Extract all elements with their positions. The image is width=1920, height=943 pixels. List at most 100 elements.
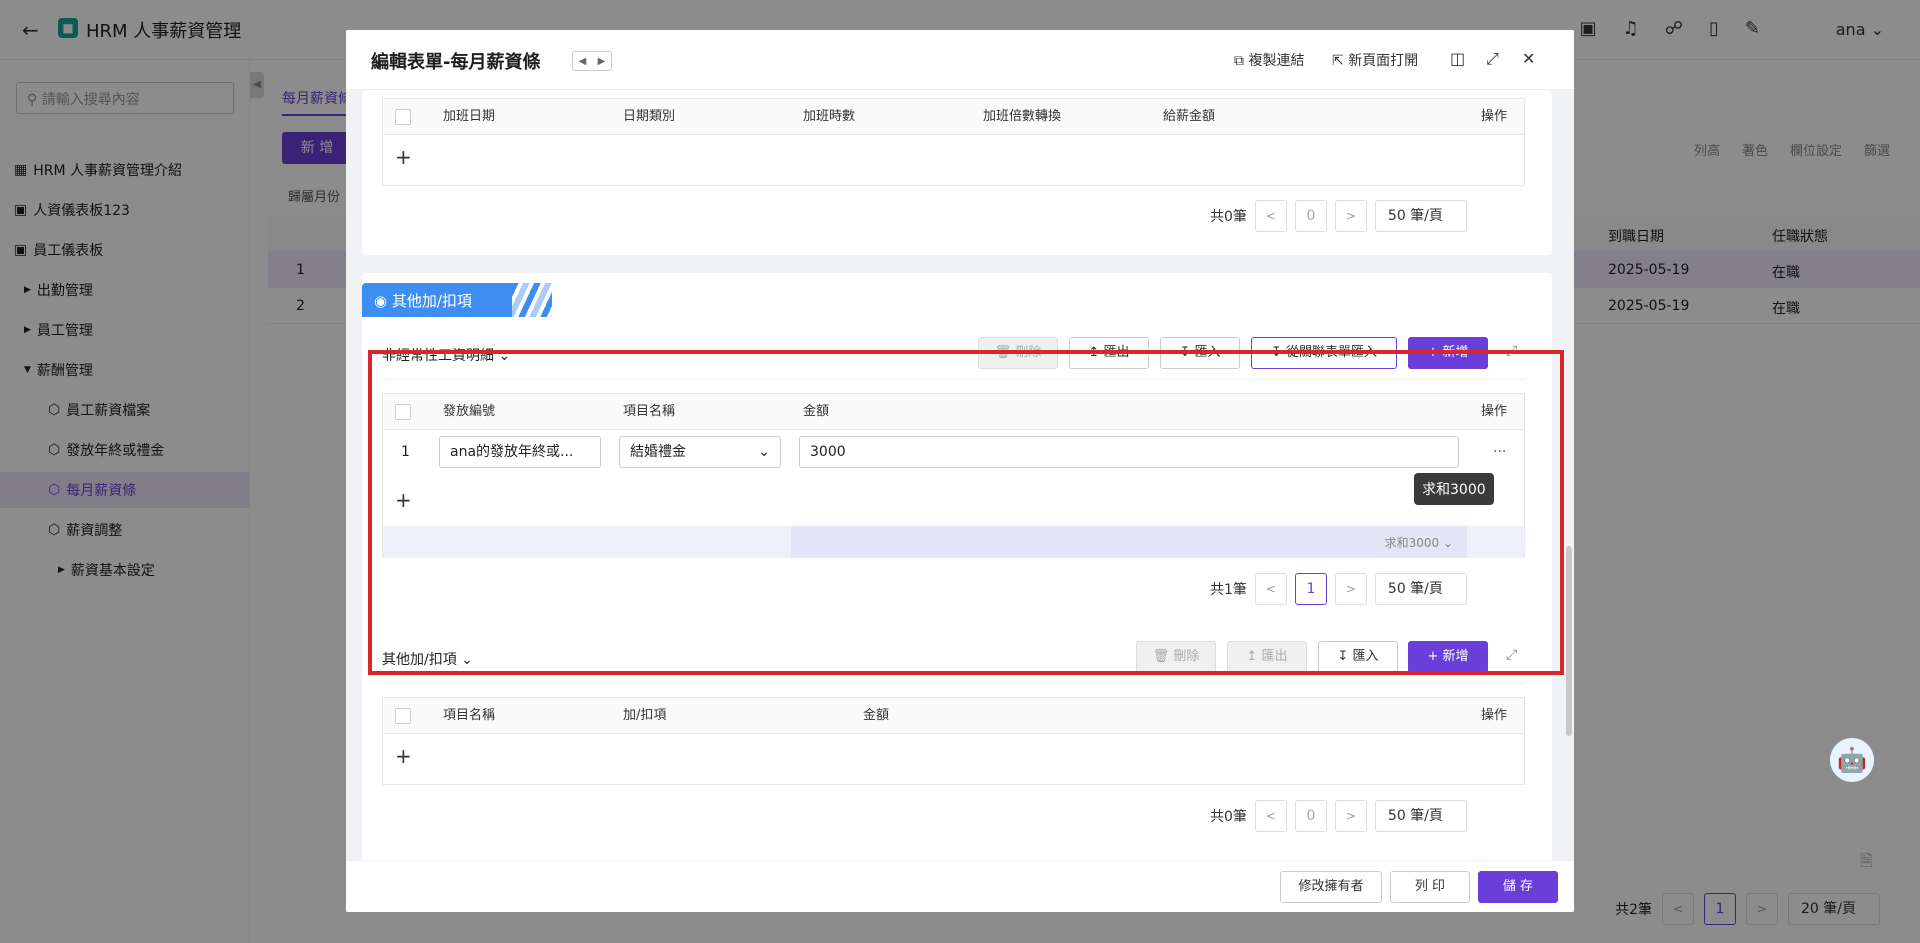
assistant-robot-icon[interactable]: 🤖 (1830, 738, 1874, 782)
other-items-table: 項目名稱 加/扣項 金額 操作 + (382, 697, 1525, 785)
col-multiplier: 加班倍數轉換 (983, 109, 1062, 124)
open-new-label: 新頁面打開 (1348, 53, 1419, 69)
item-name-value: 結婚禮金 (630, 444, 686, 460)
irregular-wage-title[interactable]: 非經常性工資明細 ⌄ (382, 345, 510, 365)
import-button[interactable]: ↧ 匯入 (1318, 641, 1398, 673)
pager-total: 共0筆 (1210, 809, 1247, 825)
col-pay-amount: 給薪金額 (1163, 109, 1216, 124)
select-all-checkbox[interactable] (395, 698, 415, 734)
open-new-page-button[interactable]: ⇱ 新頁面打開 (1332, 50, 1418, 70)
next-page-button[interactable]: > (1334, 200, 1367, 232)
amount-input[interactable]: 3000 (799, 436, 1459, 468)
other-items-title-label: 其他加/扣項 (382, 652, 457, 668)
record-nav[interactable]: ◀ ▶ (572, 51, 612, 71)
pager-total: 共1筆 (1210, 582, 1247, 598)
overtime-table: 加班日期 日期類別 加班時數 加班倍數轉換 給薪金額 操作 + (382, 98, 1525, 186)
expand-icon[interactable]: ⤢ (1506, 647, 1517, 663)
export-button[interactable]: ↥ 匯出 (1227, 641, 1307, 673)
irregular-table-header (383, 394, 1524, 430)
col-amount: 金額 (803, 404, 830, 419)
other-items-card: ◉ 其他加/扣項 非經常性工資明細 ⌄ 🗑 刪除 ↥ 匯出 ↧ 匯入 ↧ 從關聯… (362, 273, 1552, 890)
next-record-icon[interactable]: ▶ (598, 56, 606, 67)
page-number[interactable]: 0 (1294, 800, 1327, 832)
copy-link-label: 複製連結 (1248, 53, 1305, 69)
import-button[interactable]: ↧ 匯入 (1160, 337, 1240, 369)
prev-page-button[interactable]: < (1254, 200, 1287, 232)
sum-label: 求和3000 (1384, 536, 1440, 550)
col-actions: 操作 (1481, 404, 1508, 419)
print-button[interactable]: 列 印 (1390, 871, 1470, 903)
other-pager: 共0筆 < 0 > 50 筆/頁 (1210, 800, 1467, 832)
next-page-button[interactable]: > (1334, 573, 1367, 605)
page-number[interactable]: 0 (1294, 200, 1327, 232)
fullscreen-icon[interactable]: ⤢ (1486, 49, 1499, 69)
col-issue-no: 發放編號 (443, 404, 496, 419)
add-row-icon[interactable]: + (395, 488, 412, 512)
pager-total: 共0筆 (1210, 209, 1247, 225)
sum-tooltip: 求和3000 (1414, 473, 1494, 505)
section-tab-other[interactable]: ◉ 其他加/扣項 (362, 283, 512, 317)
overtime-card: 加班日期 日期類別 加班時數 加班倍數轉換 給薪金額 操作 + 共0筆 < 0 … (362, 90, 1552, 255)
add-label: 新增 (1442, 345, 1469, 360)
import-related-label: 從關聯表單匯入 (1286, 345, 1378, 360)
export-label: 匯出 (1261, 649, 1288, 664)
add-label: 新增 (1442, 649, 1469, 664)
import-label: 匯入 (1194, 345, 1221, 360)
sum-cell[interactable]: 求和3000 ⌄ (791, 526, 1467, 558)
add-irregular-button[interactable]: + 新增 (1408, 337, 1488, 369)
side-panel-icon[interactable]: ◫ (1450, 49, 1465, 68)
prev-page-button[interactable]: < (1254, 573, 1287, 605)
modal-body: 加班日期 日期類別 加班時數 加班倍數轉換 給薪金額 操作 + 共0筆 < 0 … (346, 90, 1574, 890)
col-amount: 金額 (863, 708, 890, 723)
irregular-wage-title-label: 非經常性工資明細 (382, 348, 494, 364)
add-row-icon[interactable]: + (395, 744, 412, 768)
issue-no-field[interactable]: ana的發放年終或... (439, 436, 601, 468)
delete-button[interactable]: 🗑 刪除 (1136, 641, 1216, 673)
save-button[interactable]: 儲 存 (1478, 871, 1558, 903)
delete-label: 刪除 (1173, 649, 1200, 664)
select-all-checkbox[interactable] (395, 394, 415, 430)
chevron-down-icon: ⌄ (498, 348, 511, 364)
document-icon[interactable]: 🗎 (1860, 850, 1873, 877)
page-size-select[interactable]: 50 筆/頁 (1374, 573, 1467, 605)
add-row-icon[interactable]: + (395, 145, 412, 169)
export-button[interactable]: ↥ 匯出 (1069, 337, 1149, 369)
overtime-pager: 共0筆 < 0 > 50 筆/頁 (1210, 200, 1467, 232)
change-owner-button[interactable]: 修改擁有者 (1280, 871, 1382, 903)
add-other-button[interactable]: + 新增 (1408, 641, 1488, 673)
row-more-button[interactable]: ··· (1493, 444, 1506, 460)
close-icon[interactable]: ✕ (1522, 49, 1535, 68)
modal-scrollbar[interactable] (1566, 546, 1572, 736)
col-add-deduct: 加/扣項 (623, 708, 667, 723)
section-tab-label: 其他加/扣項 (391, 292, 472, 310)
prev-record-icon[interactable]: ◀ (579, 56, 587, 67)
col-overtime-date: 加班日期 (443, 109, 496, 124)
col-actions: 操作 (1481, 109, 1508, 124)
item-name-select[interactable]: 結婚禮金 ⌄ (619, 436, 781, 468)
section-tab-decoration (512, 283, 552, 317)
next-page-button[interactable]: > (1334, 800, 1367, 832)
expand-icon[interactable]: ⤢ (1506, 343, 1517, 359)
export-label: 匯出 (1103, 345, 1130, 360)
other-items-title[interactable]: 其他加/扣項 ⌄ (382, 649, 473, 669)
edit-form-modal: 編輯表單-每月薪資條 ◀ ▶ ⧉ 複製連結 ⇱ 新頁面打開 ◫ ⤢ ✕ 加班日期 … (346, 30, 1574, 912)
chevron-down-icon: ⌄ (758, 444, 770, 460)
app-root: ← ■ HRM 人事薪資管理 ▼ ▣ ♫ ☍ ▯ ✎ ana ⌄ ⚲ 請輸入搜尋… (0, 0, 1920, 943)
col-actions: 操作 (1481, 708, 1508, 723)
other-table-header (383, 698, 1524, 734)
col-item-name: 項目名稱 (623, 404, 676, 419)
divider (382, 379, 1525, 380)
prev-page-button[interactable]: < (1254, 800, 1287, 832)
page-size-select[interactable]: 50 筆/頁 (1374, 200, 1467, 232)
modal-header: 編輯表單-每月薪資條 ◀ ▶ ⧉ 複製連結 ⇱ 新頁面打開 ◫ ⤢ ✕ (346, 30, 1574, 90)
import-label: 匯入 (1352, 649, 1379, 664)
copy-link-button[interactable]: ⧉ 複製連結 (1234, 50, 1304, 70)
chevron-down-icon: ⌄ (461, 652, 473, 668)
page-size-select[interactable]: 50 筆/頁 (1374, 800, 1467, 832)
col-item-name: 項目名稱 (443, 708, 496, 723)
divider (382, 683, 1525, 684)
select-all-checkbox[interactable] (395, 99, 415, 135)
page-number[interactable]: 1 (1294, 573, 1327, 605)
delete-button[interactable]: 🗑 刪除 (978, 337, 1058, 369)
import-from-related-button[interactable]: ↧ 從關聯表單匯入 (1251, 337, 1397, 369)
